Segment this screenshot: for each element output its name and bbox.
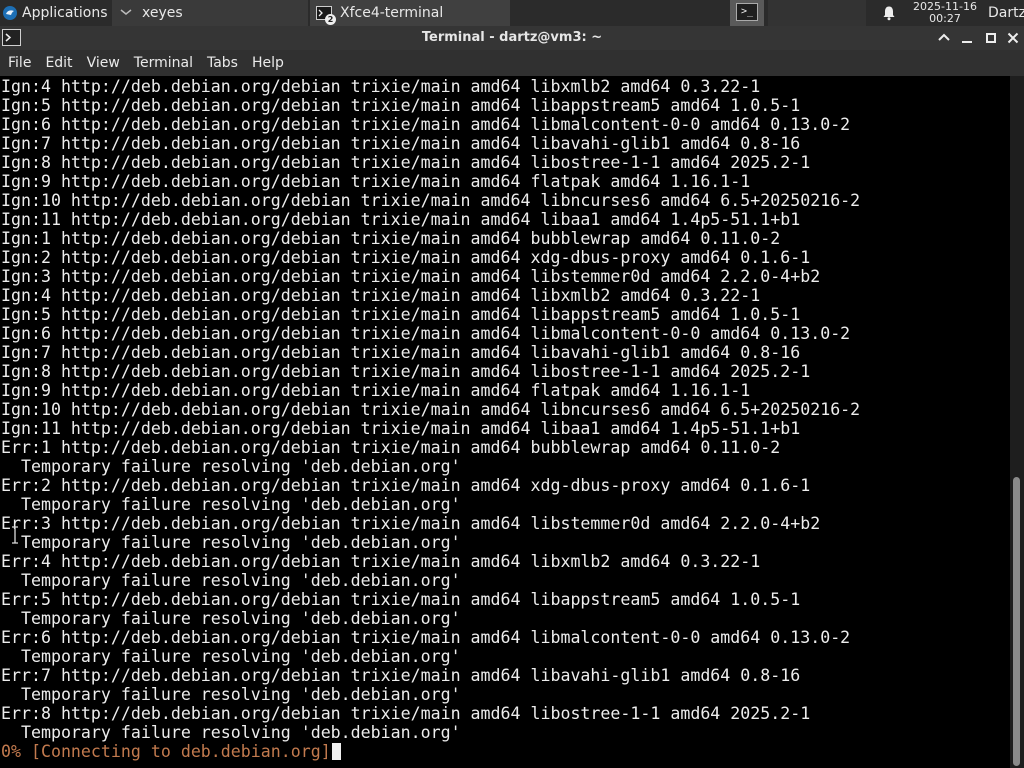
terminal-line: Temporary failure resolving 'deb.debian.… <box>1 647 461 666</box>
terminal-block-cursor <box>331 743 341 760</box>
terminal-line: Err:6 http://deb.debian.org/debian trixi… <box>1 628 851 647</box>
terminal-line: Ign:9 http://deb.debian.org/debian trixi… <box>1 381 751 400</box>
menu-edit[interactable]: Edit <box>38 50 79 76</box>
clock[interactable]: 2025-11-16 00:27 <box>906 0 984 26</box>
applications-menu-button[interactable]: Applications <box>0 0 112 26</box>
terminal-line: Ign:10 http://deb.debian.org/debian trix… <box>1 400 861 419</box>
terminal-line: Ign:7 http://deb.debian.org/debian trixi… <box>1 134 801 153</box>
shade-button[interactable] <box>935 29 953 47</box>
terminal-line: Temporary failure resolving 'deb.debian.… <box>1 571 461 590</box>
taskbar-item-xfce4-terminal[interactable]: 2 Xfce4-terminal <box>310 0 510 26</box>
scrollbar-thumb[interactable] <box>1013 477 1020 766</box>
applications-label: Applications <box>22 5 108 21</box>
terminal-line: Ign:8 http://deb.debian.org/debian trixi… <box>1 153 811 172</box>
terminal-line: Err:5 http://deb.debian.org/debian trixi… <box>1 590 801 609</box>
terminal-line: Ign:11 http://deb.debian.org/debian trix… <box>1 419 801 438</box>
terminal-icon: 2 <box>316 5 336 25</box>
terminal-output-area[interactable]: Ign:4 http://deb.debian.org/debian trixi… <box>0 76 1010 768</box>
terminal-line: Err:7 http://deb.debian.org/debian trixi… <box>1 666 801 685</box>
workspace-4-button[interactable] <box>832 0 866 26</box>
window-title: Terminal - dartz@vm3: ~ <box>421 30 603 45</box>
window-count-badge: 2 <box>325 14 336 25</box>
apt-progress-line: 0% [Connecting to deb.debian.org] <box>1 742 860 761</box>
menu-terminal[interactable]: Terminal <box>127 50 200 76</box>
terminal-line: Temporary failure resolving 'deb.debian.… <box>1 609 461 628</box>
terminal-line: Ign:3 http://deb.debian.org/debian trixi… <box>1 267 821 286</box>
terminal-line: Ign:7 http://deb.debian.org/debian trixi… <box>1 343 801 362</box>
maximize-icon <box>986 33 996 43</box>
workspace-2-button[interactable] <box>768 0 802 26</box>
close-icon <box>1007 32 1019 44</box>
taskbar-item-xeyes[interactable]: xeyes <box>112 0 308 26</box>
terminal-line: Temporary failure resolving 'deb.debian.… <box>1 533 461 552</box>
vertical-scrollbar[interactable] <box>1010 76 1024 768</box>
terminal-line: Ign:6 http://deb.debian.org/debian trixi… <box>1 324 851 343</box>
menu-view[interactable]: View <box>80 50 127 76</box>
terminal-icon: >_ <box>736 3 758 21</box>
terminal-line: Ign:11 http://deb.debian.org/debian trix… <box>1 210 801 229</box>
terminal-line: Ign:2 http://deb.debian.org/debian trixi… <box>1 248 811 267</box>
terminal-line: Temporary failure resolving 'deb.debian.… <box>1 495 461 514</box>
terminal-line: Ign:6 http://deb.debian.org/debian trixi… <box>1 115 851 134</box>
terminal-lines: Ign:4 http://deb.debian.org/debian trixi… <box>1 77 860 761</box>
terminal-line: Err:4 http://deb.debian.org/debian trixi… <box>1 552 761 571</box>
notification-bell-icon[interactable] <box>881 5 897 21</box>
text-cursor-ibeam-icon <box>12 526 18 544</box>
terminal-line: Ign:4 http://deb.debian.org/debian trixi… <box>1 77 761 96</box>
terminal-line: Err:1 http://deb.debian.org/debian trixi… <box>1 438 781 457</box>
maximize-button[interactable] <box>982 29 1000 47</box>
terminal-line: Ign:9 http://deb.debian.org/debian trixi… <box>1 172 751 191</box>
clock-time: 00:27 <box>929 12 961 25</box>
terminal-line: Err:8 http://deb.debian.org/debian trixi… <box>1 704 811 723</box>
minimize-button[interactable] <box>958 29 976 47</box>
apt-progress-text: 0% [Connecting to deb.debian.org] <box>1 742 331 761</box>
xfce-logo-icon <box>3 6 17 20</box>
workspace-3-button[interactable] <box>800 0 834 26</box>
taskbar-item-label: Xfce4-terminal <box>340 5 444 21</box>
minimize-icon <box>962 41 972 43</box>
terminal-line: Ign:4 http://deb.debian.org/debian trixi… <box>1 286 761 305</box>
terminal-line: Err:3 http://deb.debian.org/debian trixi… <box>1 514 821 533</box>
terminal-line: Err:2 http://deb.debian.org/debian trixi… <box>1 476 811 495</box>
terminal-line: Ign:10 http://deb.debian.org/debian trix… <box>1 191 861 210</box>
terminal-line: Ign:5 http://deb.debian.org/debian trixi… <box>1 96 801 115</box>
terminal-line: Ign:8 http://deb.debian.org/debian trixi… <box>1 362 811 381</box>
terminal-line: Ign:5 http://deb.debian.org/debian trixi… <box>1 305 801 324</box>
menu-help[interactable]: Help <box>245 50 291 76</box>
window-titlebar[interactable]: Terminal - dartz@vm3: ~ <box>0 26 1024 50</box>
workspace-1-button[interactable]: >_ <box>730 0 764 26</box>
menu-file[interactable]: File <box>0 50 38 76</box>
chevron-up-icon <box>938 33 950 41</box>
terminal-line: Temporary failure resolving 'deb.debian.… <box>1 457 461 476</box>
top-panel: Applications xeyes 2 Xfce4-terminal >_ 2… <box>0 0 1024 26</box>
menu-bar: File Edit View Terminal Tabs Help <box>0 50 1024 76</box>
terminal-line: Ign:1 http://deb.debian.org/debian trixi… <box>1 229 781 248</box>
close-button[interactable] <box>1004 29 1022 47</box>
menu-tabs[interactable]: Tabs <box>200 50 245 76</box>
terminal-line: Temporary failure resolving 'deb.debian.… <box>1 685 461 704</box>
taskbar-item-label: xeyes <box>142 5 183 21</box>
terminal-line: Temporary failure resolving 'deb.debian.… <box>1 723 461 742</box>
user-menu[interactable]: Dartz <box>988 0 1024 26</box>
window-icon <box>118 5 134 21</box>
